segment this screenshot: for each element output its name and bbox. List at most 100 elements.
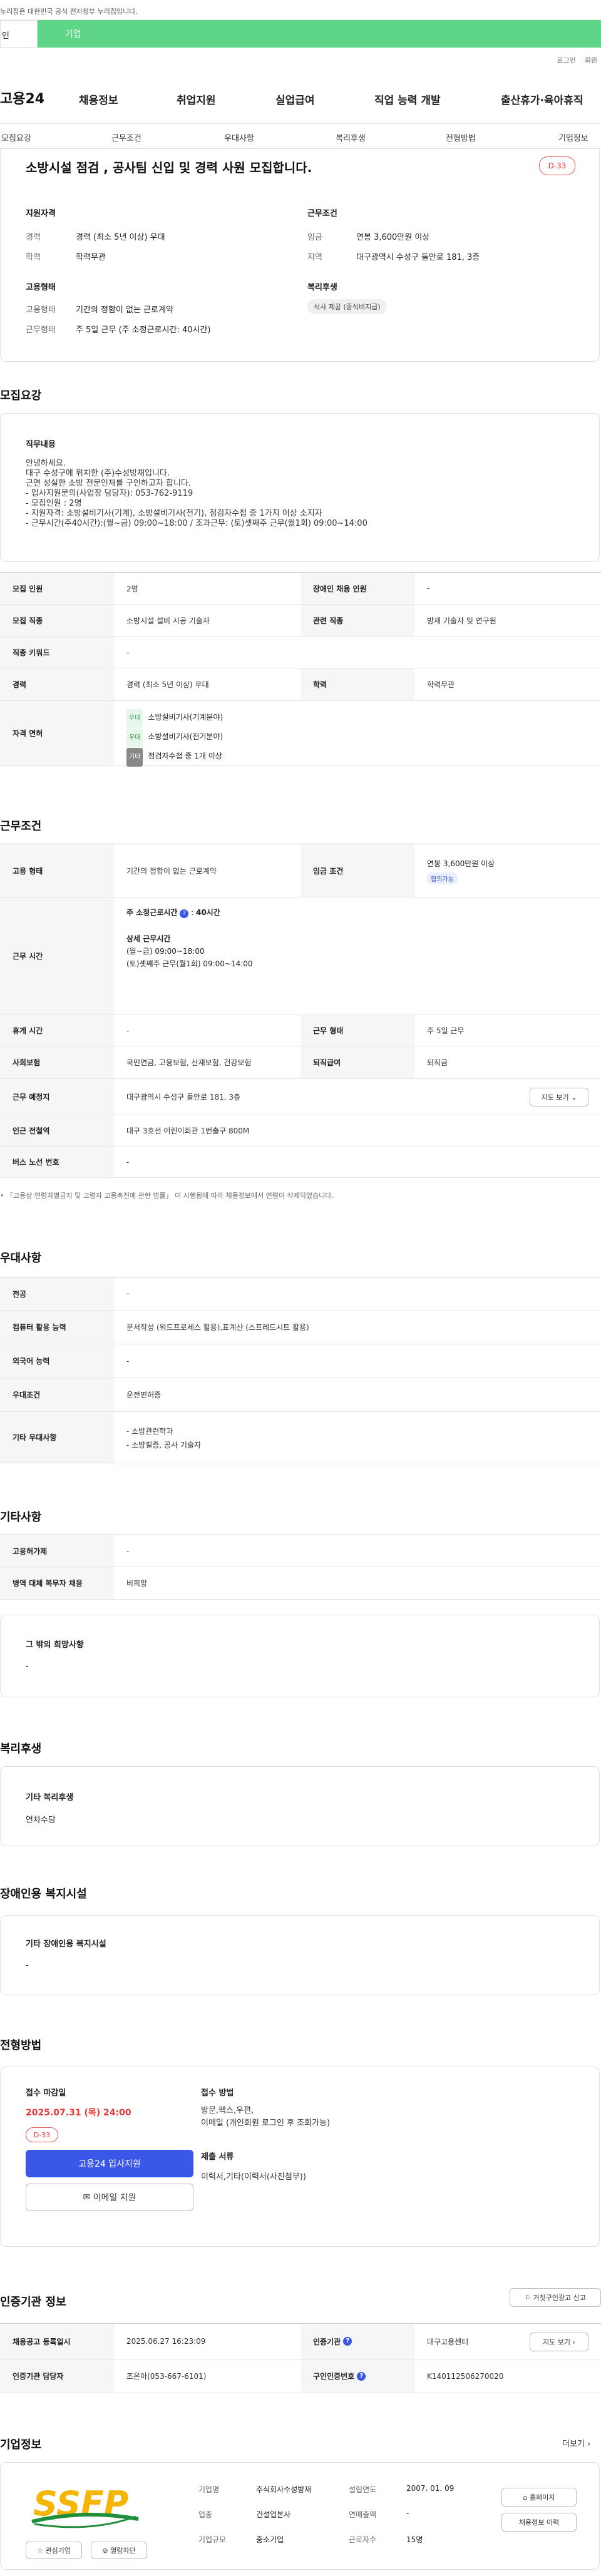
cell-value: 운전면허증: [126, 1391, 162, 1399]
company-sales-label: 연매출액: [349, 2510, 377, 2519]
cell-header: 우대조건: [0, 1378, 114, 1411]
recruit-row-job: 모집 직종 소방시설 설비 시공 기술자 관련 직종 방재 기술자 및 연구원: [0, 605, 601, 637]
section-nav-company[interactable]: 기업정보: [558, 131, 588, 143]
section-nav-process[interactable]: 전형방법: [446, 131, 476, 143]
job-history-button[interactable]: 채용정보 이력: [501, 2513, 577, 2532]
work-row-subway: 인근 전철역 대구 3호선 어린이회관 1번출구 800M: [0, 1115, 601, 1147]
pref-row-computer: 컴퓨터 활용 능력 문서작성 (워드프로세스 활용),표계산 (스프레드시트 활…: [0, 1311, 601, 1344]
license-item: 우대 소방설비기사(기계분야): [126, 708, 223, 728]
agency-heading: 인증기관 정보: [0, 2296, 66, 2309]
license-item: 우대 소방설비기사(전기분야): [126, 728, 223, 747]
pref-other-list: - 소방관련학과 - 소방필증, 공사 기술자: [126, 1424, 201, 1452]
cell-header: 자격 면허: [0, 701, 114, 765]
info-icon[interactable]: ?: [180, 909, 189, 918]
cell-header: 근무 시간: [0, 897, 114, 1015]
tab-company[interactable]: 기업: [38, 20, 601, 48]
detail-hours-label: 상세 근무시간: [126, 934, 171, 943]
weekly-hours-label: 주 소정근로시간: [126, 908, 178, 917]
welfare-heading: 복리후생: [307, 283, 337, 292]
license-name: 소방설비기사(기계분야): [148, 713, 223, 722]
duty-heading: 직무내용: [26, 440, 56, 449]
cell-value: 비희망: [126, 1579, 148, 1588]
method-value: 방문,팩스,우편, 이메일 (개인회원 로그인 후 조회가능): [201, 2105, 330, 2130]
section-nav-welfare[interactable]: 복리후생: [336, 131, 366, 143]
login-link[interactable]: 로그인: [557, 55, 575, 65]
chevron-down-icon: ⌄: [571, 1093, 577, 1101]
cell-value: 퇴직금: [427, 1058, 448, 1067]
agency-map-button[interactable]: 지도 보기 ›: [530, 2333, 588, 2351]
gnb-item-job-training[interactable]: 직업 능력 개발: [374, 91, 441, 107]
recruit-row-career: 경력 경력 (최소 5년 이상) 우대 학력 학력무관: [0, 668, 601, 701]
disabled-heading: 장애인용 복지시설: [0, 1888, 87, 1901]
section-nav-recruit[interactable]: 모집요강: [1, 131, 31, 143]
etc-hope-value: -: [26, 1662, 29, 1671]
etc-row-permit: 고용허가제 -: [0, 1535, 601, 1567]
apply-button[interactable]: 고용24 입사지원: [26, 2150, 193, 2177]
summary-card: 소방시설 점검 , 공사팀 신입 및 경력 사원 모집합니다. D-33 지원자…: [0, 149, 600, 362]
process-card: 접수 마감일 2025.07.31 (목) 24:00 D-33 고용24 입사…: [0, 2067, 600, 2247]
work-row-employment: 고용 형태 기간의 정함이 없는 근로계약 임금 조건 연봉 3,600만원 이…: [0, 844, 601, 897]
cell-value: 소방시설 설비 시공 기술자: [126, 616, 210, 625]
cond-loc-value: 대구광역시 수성구 들안로 181, 3층: [356, 253, 480, 262]
company-card: SSFP ☆ 관심기업 ⊘ 열람차단 기업명 주식회사수성방재 설립연도 200…: [0, 2462, 600, 2570]
deadline-dday-badge: D-33: [26, 2127, 58, 2142]
email-apply-button[interactable]: ✉ 이메일 지원: [26, 2184, 193, 2211]
cond-wage-value: 연봉 3,600만원 이상: [356, 233, 430, 242]
cert-number-label: 구인인증번호: [313, 2372, 355, 2381]
map-button[interactable]: 지도 보기 ⌄: [530, 1088, 588, 1107]
etc-heading: 기타사항: [0, 1511, 42, 1524]
block-company-button[interactable]: ⊘ 열람차단: [91, 2542, 147, 2559]
welfare-box: 기타 복리후생 연차수당: [0, 1766, 600, 1846]
chevron-right-icon: ›: [572, 2338, 575, 2346]
welfare-box-value: 연차수당: [26, 1816, 56, 1825]
gnb-item-unemployment-benefit[interactable]: 실업급여: [275, 91, 315, 107]
welfare-box-heading: 기타 복리후생: [26, 1793, 74, 1802]
duty-box: 직무내용 안녕하세요. 대구 수성구에 위치한 (주)수성방재입니다. 근면 성…: [0, 413, 600, 562]
cell-value: -: [126, 1289, 130, 1298]
company-size-value: 중소기업: [256, 2535, 284, 2544]
section-nav-work[interactable]: 근무조건: [111, 131, 141, 143]
recruit-row-license: 자격 면허 우대 소방설비기사(기계분야) 우대 소방설비기사(전기분야) 기타 점검…: [0, 701, 601, 767]
company-est-label: 설립연도: [349, 2485, 377, 2494]
company-employees-value: 15명: [406, 2535, 423, 2544]
gnb-item-parental-leave[interactable]: 출산휴가·육아휴직: [501, 91, 583, 107]
wage-cell: 연봉 3,600만원 이상 협의가능: [427, 858, 495, 884]
duty-line: - 근무시간(주40시간):(월~금) 09:00~18:00 / 조과근무: …: [26, 519, 367, 528]
age-law-note-text: 「고용상 연령차별금지 및 고령자 고용촉진에 관한 법률」 이 시행됨에 따라…: [6, 1192, 334, 1200]
cell-header: 외국어 능력: [0, 1344, 114, 1377]
recruit-row-headcount: 모집 인원 2명 장애인 채용 인원 -: [0, 572, 601, 605]
section-nav-pref[interactable]: 우대사항: [224, 131, 254, 143]
disabled-box-heading: 기타 장애인용 복지시설: [26, 1940, 106, 1949]
site-logo[interactable]: 고용24: [0, 88, 44, 108]
join-link[interactable]: 회원: [585, 55, 597, 65]
report-button[interactable]: ⚐ 거짓구인광고 신고: [510, 2288, 601, 2307]
process-heading: 전형방법: [0, 2039, 42, 2052]
cell-value: K140112506270020: [427, 2371, 504, 2381]
method-heading: 접수 방법: [201, 2088, 234, 2098]
gnb-item-employment-support[interactable]: 취업지원: [177, 91, 216, 107]
favorite-company-button[interactable]: ☆ 관심기업: [26, 2542, 82, 2559]
cell-value: -: [126, 1356, 130, 1366]
duty-line: - 입사지원문의(사업장 담당자): 053-762-9119: [26, 489, 193, 498]
info-icon[interactable]: ?: [357, 2371, 366, 2381]
star-icon: ☆: [37, 2546, 43, 2555]
emp-type-value: 기간의 정함이 없는 근로계약: [76, 305, 173, 315]
cell-value: 경력 (최소 5년 이상) 우대: [126, 680, 209, 689]
license-tag: 기타: [126, 748, 143, 767]
homepage-button[interactable]: ⌂ 홈페이지: [501, 2488, 577, 2507]
cell-value: 대구 3호선 어린이회관 1번출구 800M: [126, 1127, 250, 1135]
tab-individual[interactable]: 인: [0, 20, 38, 48]
duty-line: 대구 수성구에 위치한 (주)수성방재입니다.: [26, 469, 170, 478]
gov-notice-bar: 누리집은 대한민국 공식 전자정부 누리집입니다.: [0, 0, 601, 20]
detail-hours-line: (월~금) 09:00~18:00: [126, 947, 205, 956]
qual-career-value: 경력 (최소 5년 이상) 우대: [76, 233, 165, 242]
gnb-item-jobs[interactable]: 채용정보: [79, 91, 118, 107]
homepage-label: 홈페이지: [530, 2493, 555, 2502]
license-tag: 우대: [126, 728, 143, 747]
agency-map-label: 지도 보기: [543, 2338, 571, 2346]
report-icon: ⚐: [525, 2293, 531, 2302]
dday-badge: D-33: [539, 156, 575, 175]
info-icon[interactable]: ?: [343, 2337, 352, 2346]
company-more-link[interactable]: 더보기 ›: [562, 2437, 590, 2449]
cell-value: 2명: [126, 584, 138, 593]
